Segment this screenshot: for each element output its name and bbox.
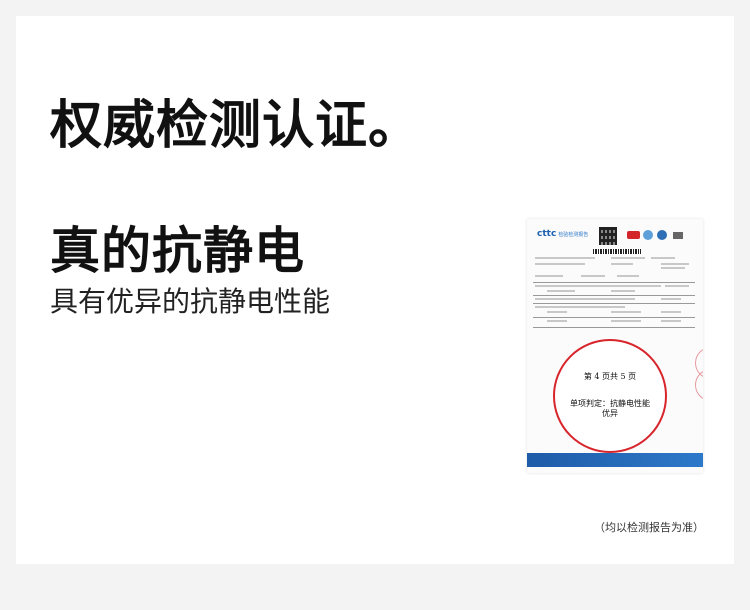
report-text-line xyxy=(665,285,689,287)
cttc-logo: cttc 检验检测报告 xyxy=(537,229,588,239)
report-text-line xyxy=(535,275,563,277)
report-text-line xyxy=(661,263,689,265)
ilac-badge-icon xyxy=(643,230,653,240)
report-text-line xyxy=(547,311,567,313)
report-text-line xyxy=(651,257,675,259)
disclaimer-note: （均以检测报告为准） xyxy=(594,521,704,534)
report-page-number: 第 4 页共 5 页 xyxy=(583,372,637,381)
report-footer-bar xyxy=(527,453,703,467)
report-text-line xyxy=(661,267,685,269)
cttc-logo-sub: 检验检测报告 xyxy=(558,232,589,238)
report-text-line xyxy=(611,257,645,259)
report-text-line xyxy=(617,275,639,277)
report-text-line xyxy=(611,290,635,292)
highlight-circle: 第 4 页共 5 页 单项判定：抗静电性能优异 xyxy=(553,339,667,453)
report-text-line xyxy=(547,320,567,322)
report-text-line xyxy=(535,298,635,300)
feature-title: 真的抗静电 xyxy=(50,222,305,280)
table-rule xyxy=(533,303,695,304)
feature-description: 具有优异的抗静电性能 xyxy=(50,285,331,318)
report-text-line xyxy=(661,311,681,313)
report-text-line xyxy=(535,306,625,308)
content-card: 权威检测认证。 真的抗静电 具有优异的抗静电性能 cttc 检验检测报告 第 4… xyxy=(16,16,734,564)
table-rule xyxy=(533,295,695,296)
table-rule xyxy=(533,327,695,328)
report-verdict: 单项判定：抗静电性能优异 xyxy=(570,399,650,419)
cma-badge-icon xyxy=(627,231,640,239)
barcode-icon xyxy=(593,249,641,254)
report-text-line xyxy=(535,257,595,259)
table-rule xyxy=(533,317,695,318)
report-text-line xyxy=(547,290,575,292)
table-rule xyxy=(533,282,695,283)
report-text-line xyxy=(611,320,641,322)
report-text-line xyxy=(581,275,605,277)
report-text-line xyxy=(661,298,681,300)
accreditation-mark-icon xyxy=(673,232,683,239)
cttc-logo-text: cttc xyxy=(537,229,557,239)
report-text-line xyxy=(661,320,681,322)
report-text-line xyxy=(535,263,585,265)
report-text-line xyxy=(535,285,661,287)
report-text-line xyxy=(611,311,641,313)
cnas-badge-icon xyxy=(657,230,667,240)
red-seal-icon xyxy=(695,369,703,401)
test-report-image: cttc 检验检测报告 第 4 页共 5 页 单项判定：抗静电性能优异 xyxy=(527,219,703,473)
page-headline: 权威检测认证。 xyxy=(50,96,422,156)
report-text-line xyxy=(611,263,633,265)
qr-code-icon xyxy=(599,227,617,245)
